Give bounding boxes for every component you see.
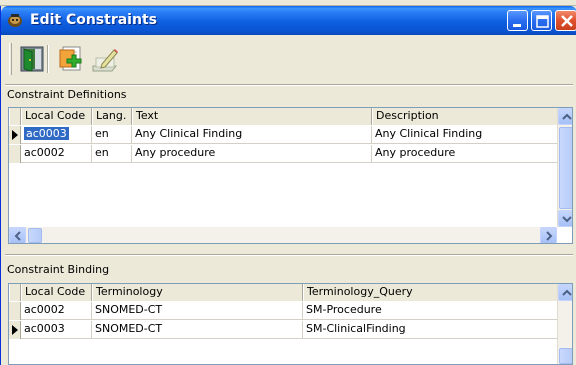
column-header-local-code[interactable]: Local Code (21, 284, 92, 301)
current-row-pointer-icon (12, 130, 18, 140)
column-header-lang[interactable]: Lang. (92, 108, 132, 125)
scroll-thumb[interactable] (559, 127, 572, 209)
definitions-header: Local Code Lang. Text Description (9, 108, 572, 125)
title-bar[interactable]: Edit Constraints (1, 6, 576, 35)
cell-lang[interactable]: en (92, 126, 132, 143)
column-header-description[interactable]: Description (372, 108, 558, 125)
definitions-section-label: Constraint Definitions (7, 88, 127, 101)
cell-local-code[interactable]: ac0003 (21, 126, 92, 143)
cell-text[interactable]: Any Clinical Finding (132, 126, 372, 143)
close-icon (561, 15, 573, 27)
scroll-left-button[interactable] (9, 227, 26, 243)
chevron-right-icon (546, 231, 553, 241)
selected-cell-value: ac0003 (24, 127, 69, 140)
minimize-icon (513, 24, 521, 27)
chevron-up-icon (562, 113, 572, 120)
column-header-terminology-query[interactable]: Terminology_Query (303, 284, 558, 301)
edit-constraints-window: Edit Constraints Constraint Definitions … (0, 6, 576, 365)
column-header-local-code[interactable]: Local Code (21, 108, 92, 125)
definitions-horizontal-scrollbar[interactable] (9, 227, 557, 243)
toolbar (5, 37, 576, 82)
close-button[interactable] (555, 10, 576, 31)
app-icon (7, 12, 23, 28)
row-indicator[interactable] (9, 321, 21, 339)
cell-local-code[interactable]: ac0002 (21, 302, 92, 319)
binding-section-label: Constraint Binding (7, 263, 110, 276)
cell-lang[interactable]: en (92, 145, 132, 162)
cell-terminology-query[interactable]: SM-ClinicalFinding (303, 321, 558, 338)
toolbar-grip (9, 43, 12, 75)
row-indicator[interactable] (9, 126, 21, 144)
cell-local-code[interactable]: ac0002 (21, 145, 92, 162)
cell-terminology-query[interactable]: SM-Procedure (303, 302, 558, 319)
add-constraint-button[interactable] (57, 44, 87, 74)
current-row-pointer-icon (12, 325, 18, 335)
maximize-button[interactable] (531, 10, 552, 31)
scroll-right-button[interactable] (540, 227, 557, 243)
add-icon (59, 46, 82, 71)
chevron-up-icon (562, 289, 572, 296)
row-indicator[interactable] (9, 302, 21, 320)
table-row[interactable]: ac0003 en Any Clinical Finding Any Clini… (9, 126, 558, 144)
binding-grid[interactable]: Local Code Terminology Terminology_Query… (8, 283, 573, 365)
window-title: Edit Constraints (30, 12, 157, 28)
cell-terminology[interactable]: SNOMED-CT (92, 321, 303, 338)
cell-description[interactable]: Any procedure (372, 145, 558, 162)
edit-icon (92, 49, 118, 72)
chevron-down-icon (562, 216, 572, 223)
definitions-corner (9, 108, 21, 125)
scroll-thumb[interactable] (559, 348, 572, 364)
cell-terminology[interactable]: SNOMED-CT (92, 302, 303, 319)
column-header-text[interactable]: Text (132, 108, 372, 125)
table-row[interactable]: ac0003 SNOMED-CT SM-ClinicalFinding (9, 321, 558, 339)
definitions-vertical-scrollbar[interactable] (557, 108, 572, 227)
scroll-up-button[interactable] (558, 284, 572, 301)
binding-corner (9, 284, 21, 301)
exit-icon (20, 46, 44, 72)
definitions-grid[interactable]: Local Code Lang. Text Description ac0003… (8, 107, 573, 244)
chevron-left-icon (14, 231, 21, 241)
definitions-divider (5, 84, 573, 86)
scroll-up-button[interactable] (558, 108, 572, 125)
scroll-thumb[interactable] (28, 228, 42, 243)
cell-local-code[interactable]: ac0003 (21, 321, 92, 338)
toolbar-separator (47, 45, 49, 73)
cell-text[interactable]: Any procedure (132, 145, 372, 162)
minimize-button[interactable] (507, 10, 528, 31)
exit-button[interactable] (17, 44, 47, 74)
binding-header: Local Code Terminology Terminology_Query (9, 284, 572, 301)
edit-constraint-button[interactable] (90, 44, 120, 74)
row-indicator[interactable] (9, 145, 21, 163)
cell-description[interactable]: Any Clinical Finding (372, 126, 558, 143)
table-row[interactable]: ac0002 en Any procedure Any procedure (9, 145, 558, 163)
binding-divider (5, 254, 573, 256)
scroll-down-button[interactable] (558, 210, 572, 227)
maximize-icon (536, 15, 549, 28)
binding-vertical-scrollbar[interactable] (557, 284, 572, 364)
table-row[interactable]: ac0002 SNOMED-CT SM-Procedure (9, 302, 558, 320)
column-header-terminology[interactable]: Terminology (92, 284, 303, 301)
